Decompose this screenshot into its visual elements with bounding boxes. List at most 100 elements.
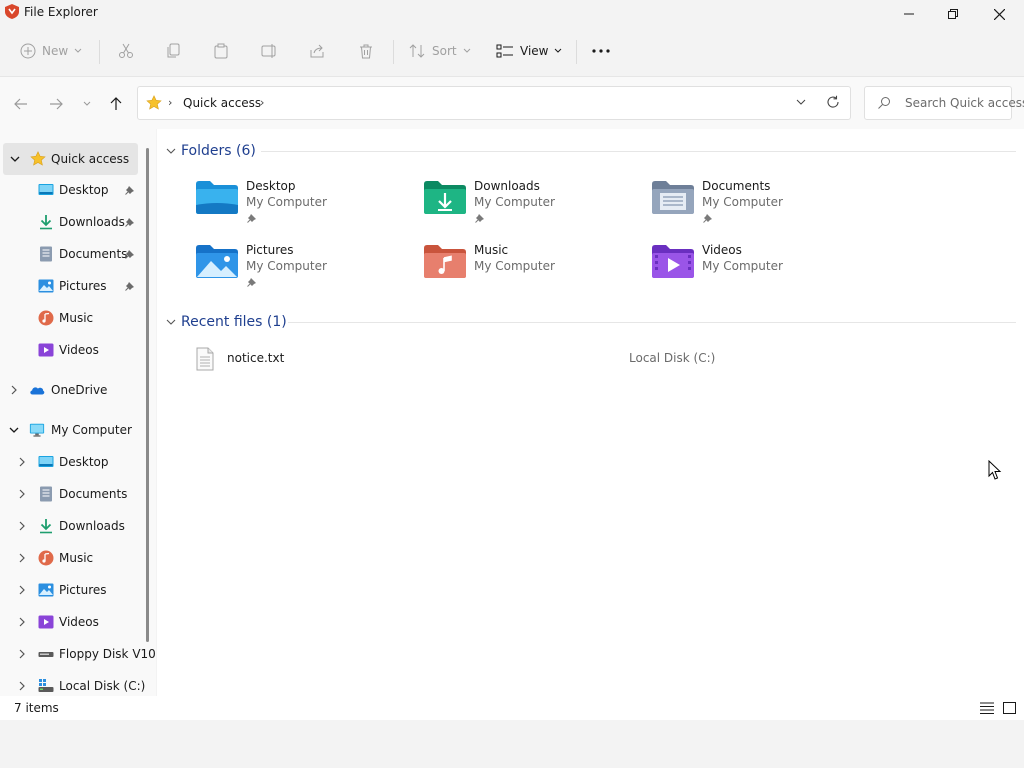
search-input[interactable]: Search Quick access [905,96,1024,110]
breadcrumb-separator: › [168,96,173,109]
navigation-pane: Quick access Desktop Downloads Documents… [0,129,156,696]
pin-icon [475,214,484,223]
sidebar-item-computer-videos[interactable]: Videos [0,606,146,638]
paste-button[interactable] [213,38,229,64]
sidebar-item-local-disk[interactable]: Local Disk (C:) [0,670,146,696]
chevron-right-icon[interactable] [16,616,28,628]
up-button[interactable] [106,94,126,114]
more-options-button[interactable] [592,38,610,64]
folder-tile-pictures[interactable]: Pictures My Computer [195,243,415,299]
chevron-right-icon[interactable] [16,648,28,660]
minimize-button[interactable] [886,0,932,28]
sidebar-item-computer-desktop[interactable]: Desktop [0,446,146,478]
sidebar-scrollbar[interactable] [146,148,149,642]
sidebar-item-my-computer[interactable]: My Computer [0,414,146,446]
desktop-icon [38,456,54,467]
folder-tile-videos[interactable]: Videos My Computer [651,243,871,299]
window-title: File Explorer [24,5,98,19]
folder-tile-documents[interactable]: Documents My Computer [651,179,871,235]
chevron-right-icon[interactable] [16,520,28,532]
folder-tile-downloads[interactable]: Downloads My Computer [423,179,643,235]
sidebar-item-computer-downloads[interactable]: Downloads [0,510,146,542]
sidebar-item-music[interactable]: Music [0,302,146,334]
more-horizontal-icon [592,49,610,53]
new-button[interactable]: New [20,38,82,64]
forward-button[interactable] [46,94,66,114]
view-list-icon [496,44,513,58]
sidebar-item-quick-access[interactable]: Quick access [3,143,138,175]
sidebar-item-label: Pictures [59,279,107,293]
download-arrow-icon [40,519,52,534]
chevron-right-icon[interactable] [16,552,28,564]
sort-button[interactable]: Sort [408,38,471,64]
recent-file-row[interactable]: notice.txt Local Disk (C:) [195,344,995,372]
music-icon [38,310,54,326]
arrow-up-icon [110,97,122,110]
sidebar-item-computer-documents[interactable]: Documents [0,478,146,510]
sidebar-item-computer-pictures[interactable]: Pictures [0,574,146,606]
folder-location: My Computer [702,259,783,273]
search-box[interactable]: Search Quick access [864,86,1024,120]
star-icon [146,95,162,110]
sidebar-item-documents[interactable]: Documents [0,238,146,270]
back-button[interactable] [11,94,31,114]
chevron-down-icon[interactable] [795,96,807,108]
folder-tile-music[interactable]: Music My Computer [423,243,643,299]
folder-name: Music [474,243,509,257]
folders-group-header[interactable]: Folders (6) [165,141,256,161]
sidebar-item-desktop[interactable]: Desktop [0,174,146,206]
copy-button[interactable] [166,38,182,64]
documents-folder-icon [652,181,694,214]
chevron-right-icon[interactable] [16,488,28,500]
arrow-right-icon [50,98,63,110]
sidebar-item-pictures[interactable]: Pictures [0,270,146,302]
chevron-down-icon [463,48,470,53]
star-icon [30,151,46,166]
sidebar-item-computer-music[interactable]: Music [0,542,146,574]
sidebar-item-label: Videos [59,343,99,357]
chevron-down-icon[interactable] [8,424,20,436]
status-bar: 7 items [0,696,1024,720]
sort-label: Sort [432,44,457,58]
copy-icon [167,43,180,58]
sidebar-item-label: My Computer [51,423,132,437]
folder-tile-desktop[interactable]: Desktop My Computer [195,179,415,235]
restore-button[interactable] [930,0,976,28]
sidebar-item-label: Documents [59,247,128,261]
chevron-right-icon[interactable] [16,584,28,596]
chevron-down-icon[interactable] [9,153,21,165]
minimize-icon [904,13,914,15]
sidebar-item-onedrive[interactable]: OneDrive [0,374,146,406]
folder-name: Desktop [246,179,296,193]
address-bar[interactable]: › Quick access › [137,86,851,120]
plus-circle-icon [20,43,36,59]
refresh-icon[interactable] [826,95,840,109]
document-icon [40,246,52,262]
view-button[interactable]: View [496,38,562,64]
chevron-right-icon[interactable] [16,456,28,468]
tiles-view-button[interactable] [1001,700,1017,716]
recent-locations-button[interactable] [77,94,97,114]
text-file-icon [196,347,214,371]
sidebar-item-label: Desktop [59,183,109,197]
rename-button[interactable] [261,38,279,64]
recent-files-group-title: Recent files (1) [181,314,287,330]
share-button[interactable] [309,38,325,64]
breadcrumb-quick-access[interactable]: Quick access [183,96,261,110]
details-view-button[interactable] [979,700,995,716]
recent-files-group-header[interactable]: Recent files (1) [165,312,287,332]
breadcrumb-separator[interactable]: › [260,96,264,109]
sidebar-item-videos[interactable]: Videos [0,334,146,366]
folder-name: Downloads [474,179,540,193]
chevron-right-icon[interactable] [16,680,28,692]
sidebar-item-floppy-disk[interactable]: Floppy Disk V10 [0,638,156,670]
close-button[interactable] [976,0,1022,28]
pictures-folder-icon [196,245,238,278]
sidebar-item-label: Desktop [59,455,109,469]
delete-button[interactable] [358,38,374,64]
sidebar-item-label: Music [59,311,94,325]
pictures-icon [38,279,54,293]
chevron-right-icon[interactable] [8,384,20,396]
cut-button[interactable] [118,38,134,64]
sidebar-item-downloads[interactable]: Downloads [0,206,146,238]
